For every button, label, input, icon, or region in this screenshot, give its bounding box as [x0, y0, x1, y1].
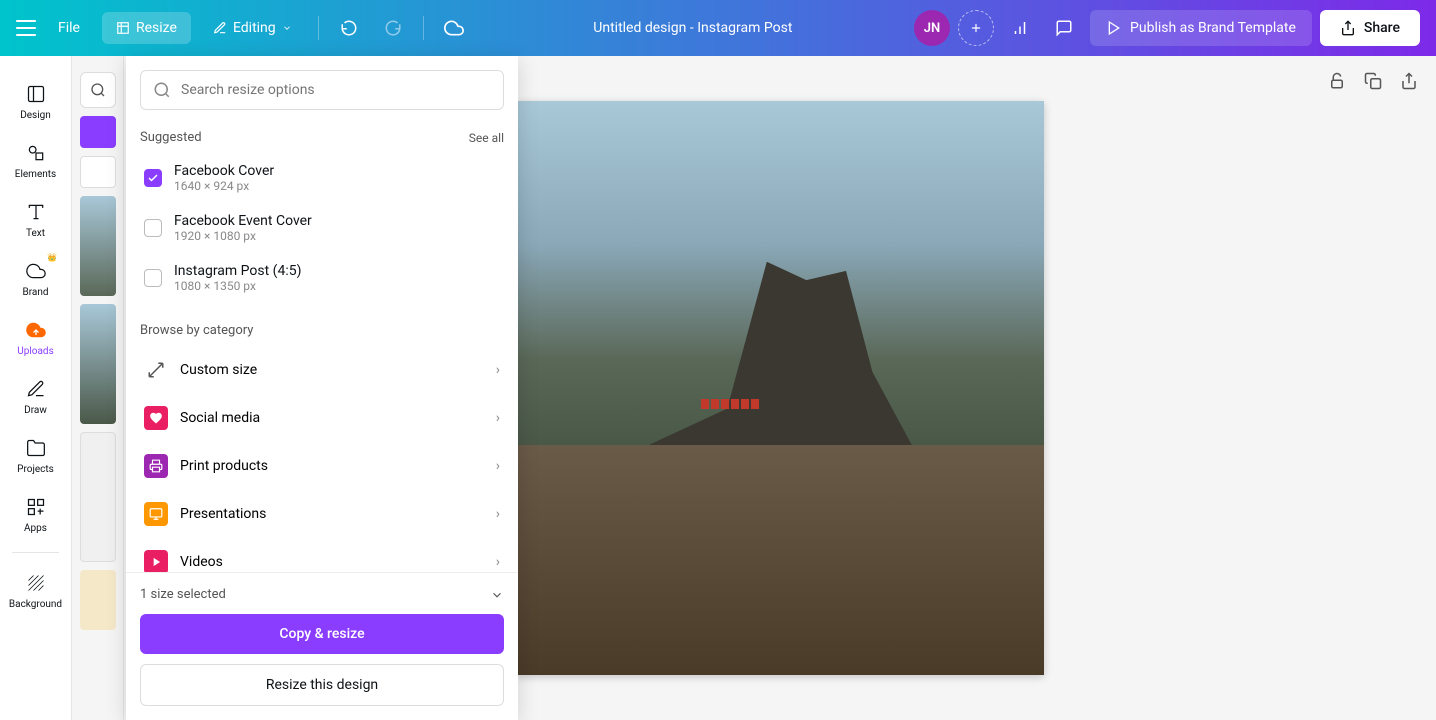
category-custom-size[interactable]: Custom size ›: [140, 346, 504, 394]
nav-elements[interactable]: Elements: [0, 131, 71, 190]
resize-panel: Suggested See all Facebook Cover 1640 × …: [126, 56, 518, 720]
category-label: Print products: [180, 458, 484, 474]
share-label: Share: [1364, 20, 1400, 36]
suggested-title: Suggested: [140, 130, 202, 145]
chevron-right-icon: ›: [496, 506, 500, 522]
nav-apps-label: Apps: [24, 523, 47, 534]
size-selected-label: 1 size selected: [140, 587, 226, 602]
publish-label: Publish as Brand Template: [1130, 20, 1296, 36]
canvas-image[interactable]: [516, 101, 1044, 675]
editing-button[interactable]: Editing: [199, 12, 306, 44]
upload-thumb[interactable]: [80, 432, 116, 562]
option-facebook-cover[interactable]: Facebook Cover 1640 × 924 px: [140, 153, 504, 203]
file-button[interactable]: File: [44, 12, 94, 44]
category-label: Custom size: [180, 362, 484, 378]
nav-projects-label: Projects: [17, 464, 54, 475]
upload-thumb[interactable]: [80, 570, 116, 630]
upload-thumb[interactable]: [80, 156, 116, 188]
editing-label: Editing: [233, 20, 276, 36]
undo-button[interactable]: [331, 10, 367, 46]
category-videos[interactable]: Videos ›: [140, 538, 504, 572]
option-label: Facebook Event Cover: [174, 213, 312, 229]
resize-icon: [144, 358, 168, 382]
crown-icon: 👑: [47, 253, 57, 262]
chevron-right-icon: ›: [496, 554, 500, 570]
uploads-side-panel: [72, 56, 124, 720]
video-icon: [144, 550, 168, 572]
size-selected-toggle[interactable]: 1 size selected: [140, 587, 504, 602]
nav-brand-label: Brand: [22, 287, 48, 298]
export-icon[interactable]: [1400, 72, 1420, 92]
category-presentations[interactable]: Presentations ›: [140, 490, 504, 538]
chevron-right-icon: ›: [496, 362, 500, 378]
nav-uploads[interactable]: Uploads: [0, 308, 71, 367]
nav-uploads-label: Uploads: [17, 346, 53, 357]
avatar[interactable]: JN: [914, 10, 950, 46]
resize-search-input[interactable]: [181, 82, 491, 98]
upload-thumb[interactable]: [80, 304, 116, 424]
nav-draw-label: Draw: [24, 405, 47, 416]
option-dims: 1080 × 1350 px: [174, 279, 301, 293]
option-facebook-event-cover[interactable]: Facebook Event Cover 1920 × 1080 px: [140, 203, 504, 253]
resize-design-button[interactable]: Resize this design: [140, 664, 504, 706]
resize-button[interactable]: Resize: [102, 12, 191, 44]
category-label: Presentations: [180, 506, 484, 522]
publish-button[interactable]: Publish as Brand Template: [1090, 10, 1312, 46]
option-dims: 1640 × 924 px: [174, 179, 274, 193]
stats-icon[interactable]: [1002, 10, 1038, 46]
add-member-button[interactable]: [958, 10, 994, 46]
option-instagram-post[interactable]: Instagram Post (4:5) 1080 × 1350 px: [140, 253, 504, 303]
checkbox-unchecked[interactable]: [144, 269, 162, 287]
sidebar-nav: Design Elements Text 👑 Brand Uploads Dra…: [0, 56, 72, 720]
upload-thumb[interactable]: [80, 116, 116, 148]
nav-text-label: Text: [26, 228, 45, 239]
copy-resize-button[interactable]: Copy & resize: [140, 614, 504, 654]
nav-apps[interactable]: Apps: [0, 485, 71, 544]
chevron-right-icon: ›: [496, 410, 500, 426]
copy-icon[interactable]: [1364, 72, 1384, 92]
nav-background[interactable]: Background: [0, 561, 71, 620]
top-bar: File Resize Editing Untitled design - In…: [0, 0, 1436, 56]
chevron-down-icon: [490, 588, 504, 602]
resize-label: Resize: [136, 20, 177, 36]
share-button[interactable]: Share: [1320, 10, 1420, 46]
nav-design[interactable]: Design: [0, 72, 71, 131]
chevron-right-icon: ›: [496, 458, 500, 474]
category-social-media[interactable]: Social media ›: [140, 394, 504, 442]
option-label: Facebook Cover: [174, 163, 274, 179]
nav-brand[interactable]: 👑 Brand: [0, 249, 71, 308]
comment-icon[interactable]: [1046, 10, 1082, 46]
presentation-icon: [144, 502, 168, 526]
category-label: Videos: [180, 554, 484, 570]
print-icon: [144, 454, 168, 478]
option-label: Instagram Post (4:5): [174, 263, 301, 279]
category-label: Social media: [180, 410, 484, 426]
nav-design-label: Design: [20, 110, 51, 121]
hamburger-icon[interactable]: [16, 20, 36, 36]
nav-elements-label: Elements: [15, 169, 56, 180]
nav-text[interactable]: Text: [0, 190, 71, 249]
lock-icon[interactable]: [1328, 72, 1348, 92]
nav-projects[interactable]: Projects: [0, 426, 71, 485]
category-print-products[interactable]: Print products ›: [140, 442, 504, 490]
browse-title: Browse by category: [140, 323, 253, 338]
resize-search-box[interactable]: [140, 70, 504, 110]
option-dims: 1920 × 1080 px: [174, 229, 312, 243]
see-all-link[interactable]: See all: [469, 131, 504, 145]
search-icon: [153, 81, 171, 99]
document-title[interactable]: Untitled design - Instagram Post: [480, 20, 906, 36]
nav-background-label: Background: [9, 599, 62, 610]
nav-draw[interactable]: Draw: [0, 367, 71, 426]
side-search-icon[interactable]: [80, 72, 116, 108]
heart-icon: [144, 406, 168, 430]
redo-button[interactable]: [375, 10, 411, 46]
cloud-sync-icon[interactable]: [436, 10, 472, 46]
checkbox-unchecked[interactable]: [144, 219, 162, 237]
upload-thumb[interactable]: [80, 196, 116, 296]
checkbox-checked[interactable]: [144, 169, 162, 187]
